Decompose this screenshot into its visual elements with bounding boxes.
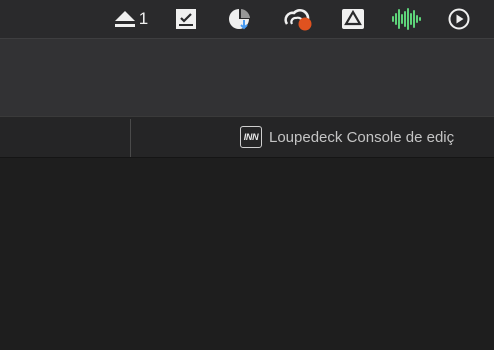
play-menu-item[interactable]: [447, 0, 471, 38]
page-content-area: [0, 158, 494, 350]
eject-menu-item[interactable]: 1: [110, 0, 152, 38]
download-menu-item[interactable]: [227, 0, 253, 38]
menu-bar: 1: [0, 0, 494, 38]
eject-count: 1: [138, 9, 149, 28]
favicon-text: INN: [243, 132, 259, 142]
tab-bar: INN Loupedeck Console de ediç: [0, 116, 494, 158]
creative-cloud-icon: [284, 8, 312, 31]
eject-icon: [114, 11, 135, 27]
checklist-menu-item[interactable]: [174, 0, 198, 38]
download-pie-icon: [229, 9, 250, 30]
google-drive-icon: [342, 9, 364, 29]
tab-divider: [130, 119, 131, 157]
audio-waveform-icon: [392, 8, 421, 30]
creative-cloud-menu-item[interactable]: [281, 0, 315, 38]
checklist-icon: [176, 9, 196, 29]
window-toolbar: [0, 38, 494, 116]
tab-title: Loupedeck Console de ediç: [269, 128, 455, 146]
play-circle-icon: [448, 8, 470, 30]
site-favicon-icon: INN: [240, 126, 262, 148]
audio-menu-item[interactable]: [390, 0, 422, 38]
tab-loupedeck[interactable]: INN Loupedeck Console de ediç: [240, 117, 454, 157]
google-drive-menu-item[interactable]: [340, 0, 366, 38]
